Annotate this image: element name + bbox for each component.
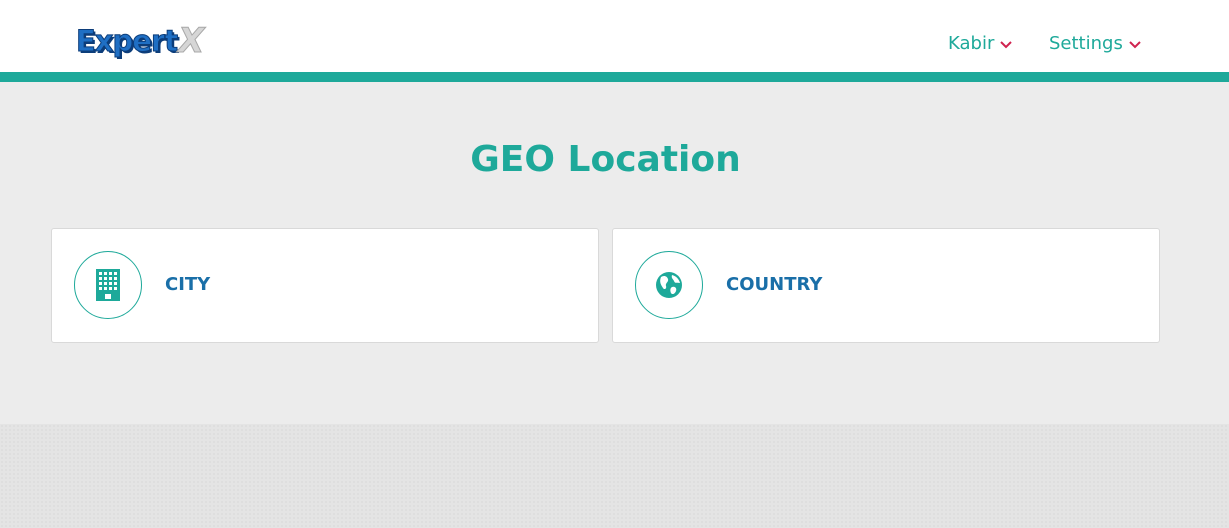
logo-main-text: Expert (75, 23, 178, 58)
user-menu[interactable]: Kabir (948, 32, 1013, 56)
header-accent-bar (0, 72, 1229, 82)
country-icon-circle (635, 251, 703, 319)
chevron-down-icon (1000, 41, 1013, 49)
chevron-down-icon (1129, 41, 1141, 49)
user-menu-label: Kabir (948, 33, 995, 54)
logo-accent-text: X (178, 21, 205, 61)
top-header: Expert X Kabir Settings (0, 0, 1229, 72)
settings-menu[interactable]: Settings (1049, 32, 1141, 56)
city-icon-circle (74, 251, 142, 319)
expertx-logo[interactable]: Expert X (75, 21, 205, 61)
settings-menu-label: Settings (1049, 33, 1123, 54)
country-card-label: COUNTRY (726, 274, 823, 295)
building-icon (96, 269, 120, 301)
city-card-label: CITY (165, 274, 211, 295)
footer-background (0, 424, 1229, 528)
globe-icon (656, 272, 682, 298)
country-card[interactable]: COUNTRY (612, 228, 1160, 343)
page-title: GEO Location (470, 139, 741, 180)
city-card[interactable]: CITY (51, 228, 599, 343)
